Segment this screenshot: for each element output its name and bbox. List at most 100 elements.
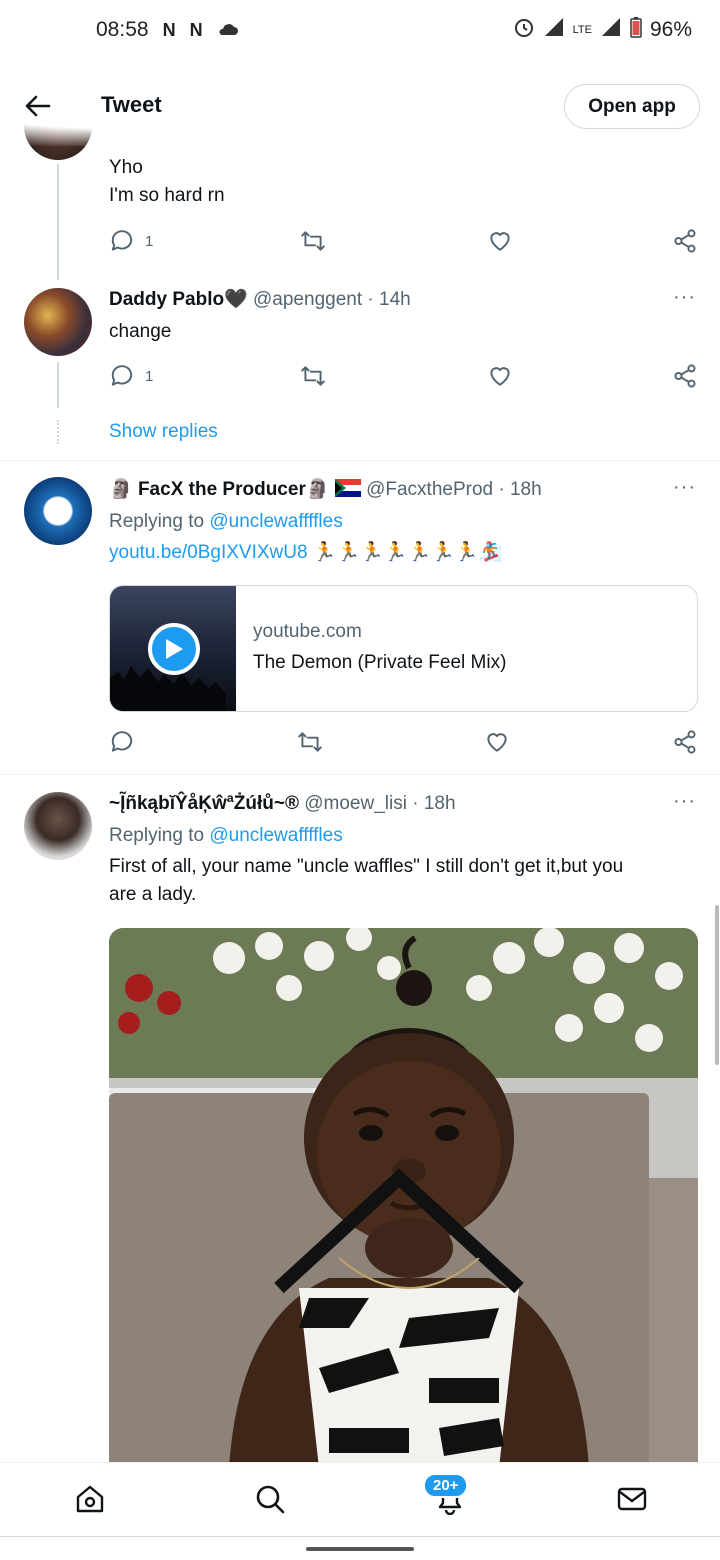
moai-icon: 🗿 [305,479,330,500]
author-name[interactable]: FacX the Producer [138,479,306,500]
thread-dots [57,420,59,444]
reply-button[interactable]: 1 [109,363,153,389]
tweet-header: Daddy Pablo🖤 @apenggent · 14h [109,286,411,314]
share-button[interactable] [672,228,698,254]
replying-to: Replying to @unclewaffffles [109,822,343,850]
status-bar: 08:58 N N LTE 96% [0,0,720,60]
open-app-button[interactable]: Open app [564,84,700,129]
notifications-badge: 20+ [423,1473,469,1498]
like-icon [490,367,510,386]
scrollbar[interactable] [715,905,719,1065]
reply-icon [111,230,133,251]
avatar[interactable] [24,792,92,860]
divider [0,460,720,461]
retweet-icon [301,366,325,386]
top-bar: Tweet Open app [0,70,720,142]
moai-icon: 🗿 [109,479,133,500]
tweet-text: First of all, your name "uncle waffles" … [109,856,624,877]
signal-icon [543,17,565,43]
retweet-button[interactable] [297,729,323,755]
play-button[interactable] [148,623,200,675]
avatar[interactable] [24,477,92,545]
share-button[interactable] [672,729,698,755]
tweet-text: are a lady. [109,884,197,905]
search-icon [256,1485,285,1514]
cloud-icon [217,18,239,42]
avatar[interactable] [24,288,92,356]
battery-level: 96% [649,18,692,41]
tweet-time: · 18h [412,793,456,814]
battery-icon [630,16,642,44]
author-handle[interactable]: @moew_lisi [304,793,407,814]
replying-to-link[interactable]: @unclewaffffles [209,511,342,532]
tweet-text: Yho [109,157,143,178]
retweet-icon [298,732,322,752]
like-icon [487,733,507,752]
reply-button[interactable]: 1 [109,228,153,254]
tweet-time: · 14h [367,289,411,310]
share-button[interactable] [672,363,698,389]
share-icon [674,229,696,253]
like-button[interactable] [487,228,513,254]
home-icon [76,1485,104,1513]
photo-illustration [109,928,698,1468]
more-button[interactable]: ··· [673,286,696,309]
messages-icon [617,1487,647,1511]
youtube-link[interactable]: youtu.be/0BgIXVIXwU8 [109,542,308,563]
thread-line [57,362,59,408]
replying-prefix: Replying to [109,825,210,846]
author-name[interactable]: Daddy Pablo🖤 [109,289,248,310]
tweet-text: I'm so hard rn [109,185,225,206]
reply-button[interactable] [109,729,135,755]
tweet-photo[interactable] [109,928,698,1468]
like-icon [490,232,510,251]
retweet-icon [301,231,325,251]
network-n-icon: N [162,19,176,40]
nav-messages[interactable] [614,1481,650,1517]
flag-icon [334,479,366,500]
tweet-text: youtu.be/0BgIXVIXwU8 🏃🏃🏃🏃🏃🏃🏃🏂 [109,539,502,567]
share-icon [674,364,696,388]
home-indicator[interactable] [306,1547,414,1551]
author-handle[interactable]: @FacxtheProd [366,479,493,500]
tweet-text: change [109,321,172,342]
alarm-icon [513,16,535,44]
status-time: 08:58 [96,18,149,41]
card-title: The Demon (Private Feel Mix) [253,652,507,673]
replying-to-link[interactable]: @unclewaffffles [209,825,342,846]
like-button[interactable] [487,363,513,389]
network-n-icon: N [189,19,203,40]
nav-home[interactable] [72,1481,108,1517]
back-button[interactable] [22,90,54,122]
divider [0,774,720,775]
author-name[interactable]: ~Į̃ñkąbĭŶåĶŵªŻúłů~® [109,793,299,814]
back-arrow-icon [25,95,51,117]
replying-prefix: Replying to [109,511,210,532]
emoji-run: 🏃🏃🏃🏃🏃🏃🏃🏂 [312,542,503,563]
card-thumbnail [110,586,236,711]
play-icon [166,639,183,659]
retweet-button[interactable] [300,363,326,389]
tweet-header: 🗿 FacX the Producer🗿 @FacxtheProd · 18h [109,476,542,504]
thread-line [57,164,59,280]
more-button[interactable]: ··· [673,790,696,813]
show-replies-link[interactable]: Show replies [109,418,218,446]
share-icon [674,730,696,754]
tweet-time: · 18h [498,479,542,500]
like-button[interactable] [484,729,510,755]
reply-icon [111,365,133,386]
more-button[interactable]: ··· [673,476,696,499]
reply-count: 1 [145,367,154,385]
page-title: Tweet [101,92,162,117]
bottom-navigation: 20+ [0,1462,720,1536]
bottom-separator [0,1536,720,1537]
retweet-button[interactable] [300,228,326,254]
link-preview-card[interactable]: youtube.com The Demon (Private Feel Mix) [109,585,698,712]
author-handle[interactable]: @apenggent [253,289,362,310]
reply-icon [111,731,133,752]
signal-icon [600,17,622,43]
lte-label: LTE [572,23,592,36]
nav-search[interactable] [252,1481,288,1517]
reply-count: 1 [145,232,154,250]
card-domain: youtube.com [253,621,362,642]
